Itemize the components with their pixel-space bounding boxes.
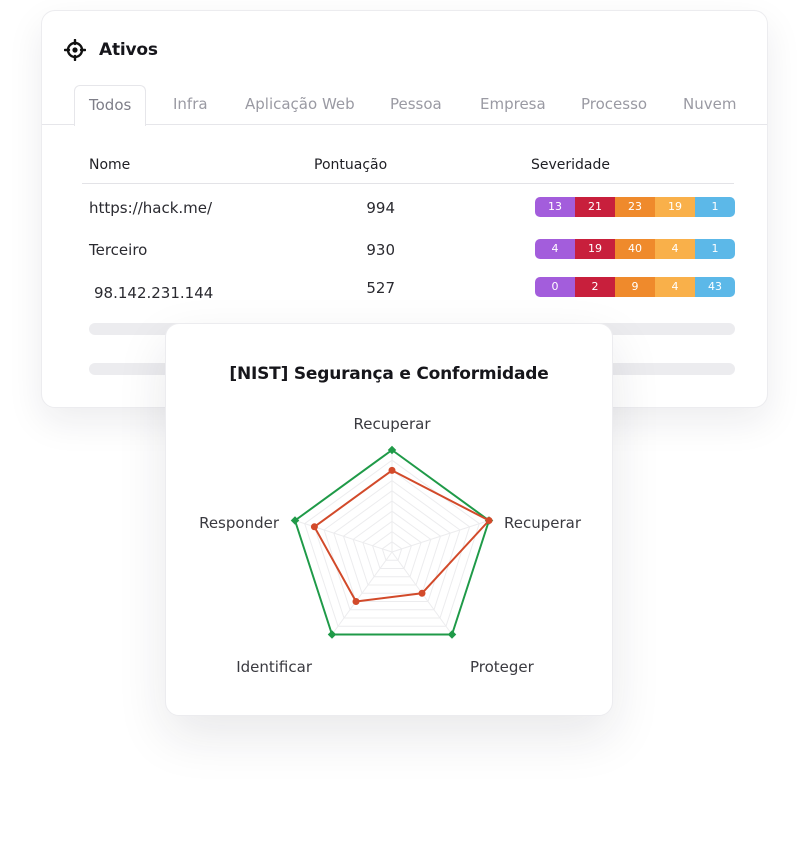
asset-name[interactable]: Terceiro bbox=[89, 241, 147, 259]
severity-low-count: 4 bbox=[655, 277, 695, 297]
tab-todos[interactable]: Todos bbox=[74, 85, 147, 126]
severity-critical-count: 13 bbox=[535, 197, 575, 217]
severity-medium-count: 40 bbox=[615, 239, 655, 259]
asset-score: 930 bbox=[366, 241, 395, 259]
radar-axis-label: Recuperar bbox=[353, 415, 431, 433]
severity-info-count: 1 bbox=[695, 197, 735, 217]
target-icon bbox=[64, 39, 86, 61]
radar-score-point bbox=[418, 589, 426, 597]
severity-bar: 13 21 23 19 1 bbox=[535, 197, 735, 217]
column-header-severity[interactable]: Severidade bbox=[531, 157, 610, 173]
severity-low-count: 19 bbox=[655, 197, 695, 217]
asset-tabs: Todos Infra Aplicação Web Pessoa Empresa… bbox=[42, 85, 767, 126]
radar-target-point bbox=[327, 630, 337, 639]
radar-score-point bbox=[352, 598, 360, 605]
radar-score-point bbox=[388, 466, 396, 474]
radar-axis-label: Responder bbox=[199, 514, 280, 532]
severity-low-count: 4 bbox=[655, 239, 695, 259]
radar-axis-labels: Recuperar Recuperar Proteger Identificar… bbox=[199, 415, 582, 676]
asset-score: 527 bbox=[366, 279, 395, 297]
severity-high-count: 2 bbox=[575, 277, 615, 297]
assets-title: Ativos bbox=[99, 40, 158, 60]
radar-target-point bbox=[447, 630, 457, 639]
nist-radar-card: [NIST] Segurança e Conformidade Recupera… bbox=[165, 323, 613, 716]
assets-header: Ativos bbox=[64, 39, 158, 61]
table-header-divider bbox=[82, 183, 734, 184]
severity-bar: 0 2 9 4 43 bbox=[535, 277, 735, 297]
severity-medium-count: 9 bbox=[615, 277, 655, 297]
radar-chart: Recuperar Recuperar Proteger Identificar… bbox=[199, 415, 582, 676]
severity-critical-count: 4 bbox=[535, 239, 575, 259]
asset-name[interactable]: 98.142.231.144 bbox=[94, 284, 213, 302]
severity-critical-count: 0 bbox=[535, 277, 575, 297]
radar-axis-label: Proteger bbox=[470, 658, 535, 676]
asset-score: 994 bbox=[366, 199, 395, 217]
severity-info-count: 43 bbox=[695, 277, 735, 297]
tab-pessoa[interactable]: Pessoa bbox=[390, 85, 442, 125]
severity-high-count: 19 bbox=[575, 239, 615, 259]
radar-score-point bbox=[310, 523, 318, 531]
severity-medium-count: 23 bbox=[615, 197, 655, 217]
radar-axis-label: Identificar bbox=[236, 658, 313, 676]
tab-empresa[interactable]: Empresa bbox=[480, 85, 546, 125]
tab-nuvem[interactable]: Nuvem bbox=[683, 85, 736, 125]
tab-processo[interactable]: Processo bbox=[581, 85, 647, 125]
severity-high-count: 21 bbox=[575, 197, 615, 217]
tab-infra[interactable]: Infra bbox=[173, 85, 208, 125]
column-header-name[interactable]: Nome bbox=[89, 157, 130, 173]
tab-aplicacao-web[interactable]: Aplicação Web bbox=[245, 85, 355, 125]
radar-axis-label: Recuperar bbox=[504, 514, 582, 532]
column-header-score[interactable]: Pontuação bbox=[314, 157, 387, 173]
radar-spoke bbox=[294, 520, 393, 553]
severity-info-count: 1 bbox=[695, 239, 735, 259]
asset-name[interactable]: https://hack.me/ bbox=[89, 199, 212, 217]
severity-bar: 4 19 40 4 1 bbox=[535, 239, 735, 259]
radar-score-point bbox=[485, 517, 493, 524]
